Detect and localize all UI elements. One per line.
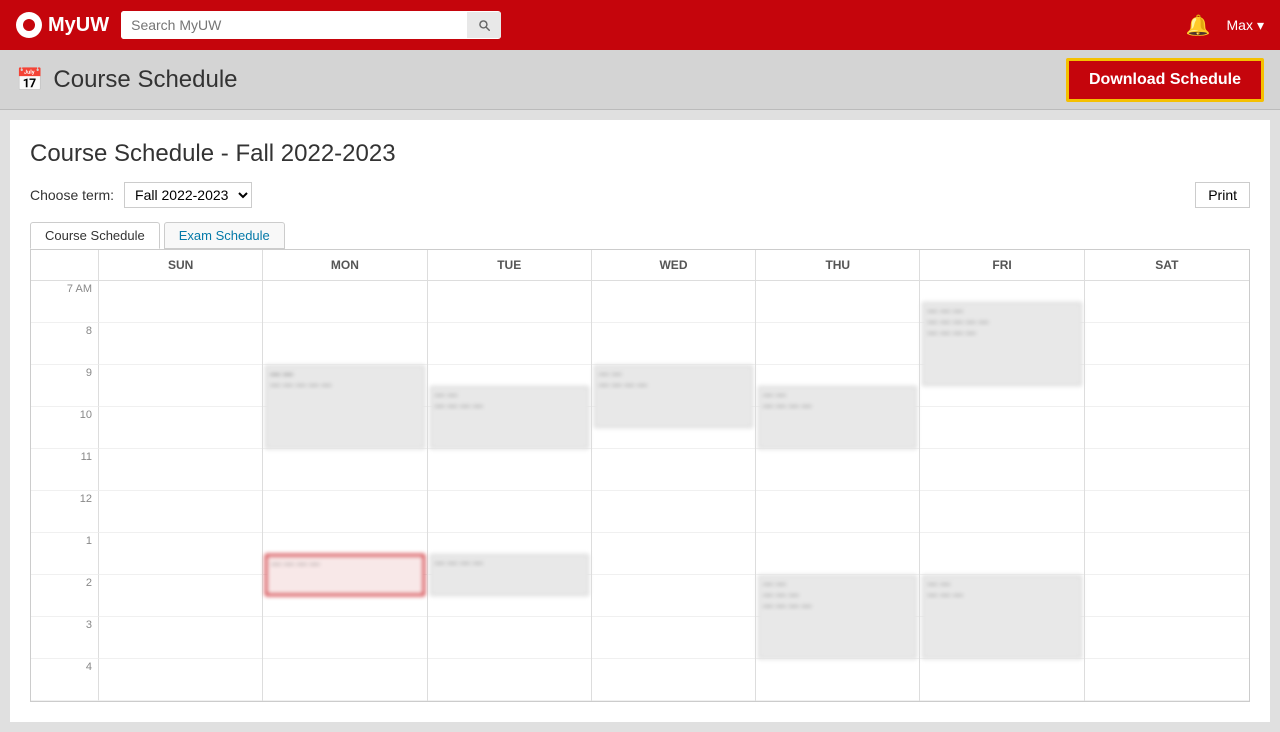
download-schedule-button[interactable]: Download Schedule <box>1066 58 1264 102</box>
time-7am: 7 AM <box>31 281 99 323</box>
fri-column: — — — — — — — — — — — — — — — — — <box>920 281 1084 701</box>
time-4pm: 4 <box>31 659 99 701</box>
thu-course-1[interactable]: — — — — — — <box>758 386 917 449</box>
time-11am: 11 <box>31 449 99 491</box>
time-9am: 9 <box>31 365 99 407</box>
calendar-body: 7 AM 8 9 10 11 12 1 2 3 4 <box>31 281 1249 701</box>
bell-icon[interactable]: 🔔 <box>1186 13 1211 38</box>
thu-column: — — — — — — — — — — — — — — — <box>756 281 920 701</box>
tab-course-schedule[interactable]: Course Schedule <box>30 222 160 249</box>
sun-header: SUN <box>99 250 263 280</box>
time-column: 7 AM 8 9 10 11 12 1 2 3 4 <box>31 281 99 701</box>
calendar-header: SUN MON TUE WED THU FRI SAT <box>31 250 1249 281</box>
logo-circle-inner <box>23 19 35 31</box>
chevron-down-icon: ▾ <box>1257 17 1264 34</box>
time-12pm: 12 <box>31 491 99 533</box>
sat-column <box>1085 281 1249 701</box>
fri-header: FRI <box>920 250 1084 280</box>
myuw-logo[interactable]: MyUW <box>16 12 109 38</box>
sat-header: SAT <box>1085 250 1249 280</box>
tue-header: TUE <box>428 250 592 280</box>
nav-left: MyUW <box>16 11 501 39</box>
page-title-container: 📅 Course Schedule <box>16 66 238 94</box>
main-content: Course Schedule - Fall 2022-2023 Choose … <box>10 120 1270 722</box>
fri-course-1[interactable]: — — — — — — — — — — — — <box>922 302 1081 386</box>
page-title: Course Schedule <box>53 66 237 94</box>
tue-course-1[interactable]: — — — — — — <box>430 386 589 449</box>
wed-header: WED <box>592 250 756 280</box>
page-header: 📅 Course Schedule Download Schedule <box>0 50 1280 110</box>
tue-column: — — — — — — — — — — <box>428 281 592 701</box>
fri-course-2[interactable]: — — — — — <box>922 575 1081 659</box>
mon-course-1[interactable]: — — — — — — — <box>265 365 424 449</box>
user-menu[interactable]: Max ▾ <box>1227 17 1264 34</box>
nav-right: 🔔 Max ▾ <box>1186 13 1264 38</box>
logo-text: MyUW <box>48 14 109 37</box>
wed-course-1[interactable]: — — — — — — <box>594 365 753 428</box>
time-1pm: 1 <box>31 533 99 575</box>
wed-column: — — — — — — <box>592 281 756 701</box>
term-select[interactable]: Fall 2022-2023 <box>124 182 252 208</box>
user-name: Max <box>1227 17 1253 33</box>
thu-header: THU <box>756 250 920 280</box>
search-button[interactable] <box>467 12 501 38</box>
time-10am: 10 <box>31 407 99 449</box>
sun-column <box>99 281 263 701</box>
mon-header: MON <box>263 250 427 280</box>
mon-course-2[interactable]: — — — — <box>265 554 424 596</box>
time-header <box>31 250 99 280</box>
mon-column: — — — — — — — — — — — <box>263 281 427 701</box>
tab-exam-schedule[interactable]: Exam Schedule <box>164 222 285 249</box>
top-navigation: MyUW 🔔 Max ▾ <box>0 0 1280 50</box>
print-button[interactable]: Print <box>1195 182 1250 208</box>
logo-circle <box>16 12 42 38</box>
time-8am: 8 <box>31 323 99 365</box>
search-icon <box>477 18 491 32</box>
calendar-grid: SUN MON TUE WED THU FRI SAT 7 AM 8 9 10 … <box>30 249 1250 702</box>
term-row: Choose term: Fall 2022-2023 Print <box>30 182 1250 208</box>
time-3pm: 3 <box>31 617 99 659</box>
time-2pm: 2 <box>31 575 99 617</box>
thu-course-2[interactable]: — — — — — — — — — <box>758 575 917 659</box>
schedule-title: Course Schedule - Fall 2022-2023 <box>30 140 1250 168</box>
schedule-tabs: Course Schedule Exam Schedule <box>30 222 285 249</box>
tue-course-2[interactable]: — — — — <box>430 554 589 596</box>
search-bar <box>121 11 501 39</box>
search-input[interactable] <box>121 11 467 39</box>
term-label: Choose term: <box>30 187 114 203</box>
calendar-icon: 📅 <box>16 67 43 93</box>
